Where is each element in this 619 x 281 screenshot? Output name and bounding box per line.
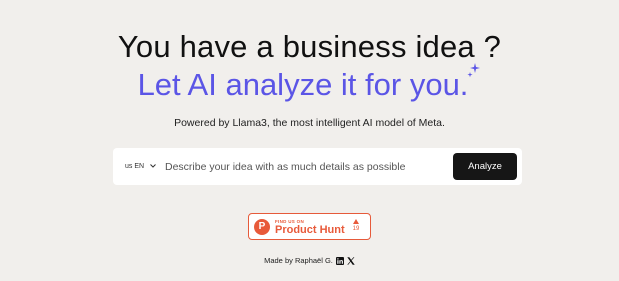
- language-select[interactable]: us EN: [125, 148, 156, 185]
- page: You have a business idea ? Let AI analyz…: [0, 0, 619, 281]
- product-hunt-logo-icon: P: [254, 219, 270, 235]
- hero-title: You have a business idea ?: [117, 29, 502, 64]
- chevron-down-icon: [150, 163, 156, 170]
- upvote-count: 19: [352, 226, 360, 232]
- hero-subtitle: Let AI analyze it for you.: [137, 67, 469, 102]
- footer: Made by Raphaël G.: [0, 256, 619, 265]
- sparkle-icon: [467, 62, 481, 80]
- hero-subtitle-row: Let AI analyze it for you.: [0, 63, 619, 104]
- upvote-arrow-icon: [353, 219, 359, 224]
- made-by-text: Made by Raphaël G.: [264, 256, 333, 265]
- upvote-widget: 19: [350, 219, 362, 232]
- language-value: us EN: [125, 163, 145, 170]
- x-icon[interactable]: [347, 256, 355, 265]
- product-hunt-badge[interactable]: P FIND US ON Product Hunt 19: [248, 213, 371, 240]
- linkedin-icon[interactable]: [335, 256, 344, 265]
- tagline: Powered by Llama3, the most intelligent …: [174, 117, 445, 129]
- idea-search-bar: us EN Analyze: [113, 148, 522, 185]
- idea-input[interactable]: [165, 157, 445, 176]
- analyze-button[interactable]: Analyze: [453, 153, 517, 180]
- product-hunt-name: Product Hunt: [275, 224, 345, 236]
